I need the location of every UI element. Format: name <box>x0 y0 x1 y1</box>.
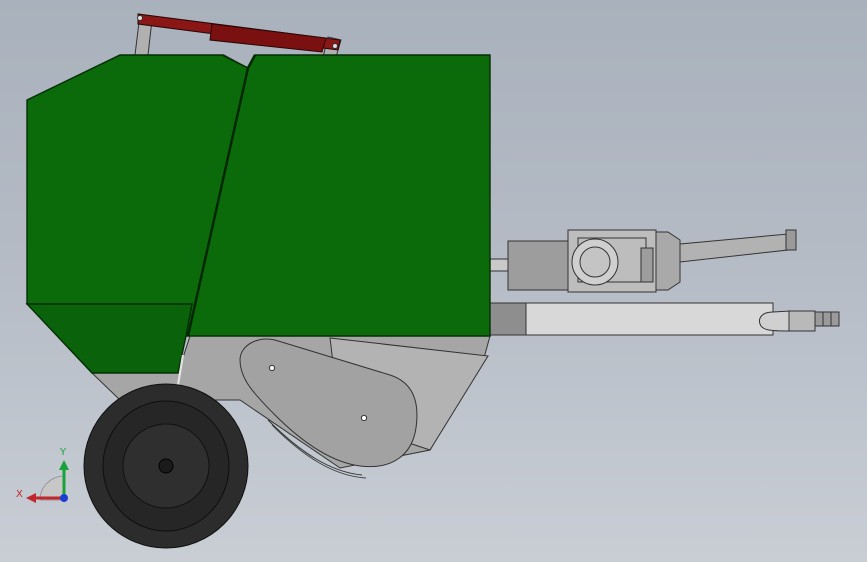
x-axis-label: X <box>16 489 23 500</box>
wheel[interactable] <box>83 383 249 549</box>
axis-triad: Y X <box>16 447 69 503</box>
drawbar[interactable] <box>489 302 840 336</box>
x-axis-arrowhead <box>26 493 36 503</box>
z-axis-dot <box>60 494 68 502</box>
hydraulic-cylinder[interactable] <box>134 13 342 58</box>
cad-viewport[interactable]: Y X <box>0 0 867 562</box>
model-canvas[interactable]: Y X <box>0 0 867 562</box>
baler-body[interactable] <box>25 54 491 386</box>
y-axis-arrowhead <box>59 460 69 470</box>
pto-shaft[interactable] <box>489 229 797 293</box>
y-axis-label: Y <box>59 447 67 458</box>
